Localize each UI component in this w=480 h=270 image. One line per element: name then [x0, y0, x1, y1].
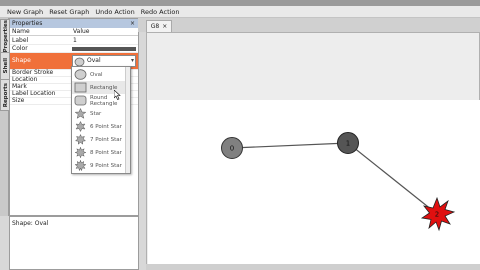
node-label: 1 — [346, 140, 350, 148]
horizontal-scrollbar[interactable] — [146, 264, 480, 270]
close-icon[interactable]: × — [130, 20, 138, 27]
graph-tab-label: G8 — [150, 23, 160, 30]
graph-canvas[interactable]: 0 1 2 — [148, 100, 480, 264]
chevron-down-icon[interactable]: ▾ — [131, 53, 134, 69]
tab-graph[interactable]: G8 × — [146, 20, 172, 32]
property-name: Mark — [12, 83, 27, 90]
value-column-header: Value — [73, 28, 90, 35]
description-panel: Shape: Oval — [9, 216, 139, 270]
graph-node-2[interactable]: 2 — [420, 196, 456, 232]
node-label: 0 — [230, 145, 234, 153]
reset-graph-menu[interactable]: Reset Graph — [46, 8, 92, 16]
properties-title: Properties — [12, 20, 43, 27]
property-name: Location — [12, 76, 38, 83]
properties-header: Name Value — [10, 28, 138, 36]
rectangle-icon — [74, 82, 87, 93]
color-swatch — [72, 47, 136, 51]
graph-node-1[interactable]: 1 — [337, 132, 359, 154]
oval-icon — [74, 69, 87, 80]
description-text: Shape: Oval — [12, 220, 49, 227]
property-name: Color — [12, 45, 28, 52]
undo-action-menu[interactable]: Undo Action — [92, 8, 137, 16]
shape-option-8-point-star[interactable]: 8 Point Star — [72, 146, 126, 159]
round-rectangle-icon — [74, 95, 87, 106]
property-name: Border Stroke — [12, 69, 54, 76]
nine-point-star-icon — [74, 160, 87, 171]
menu-bar: New Graph Reset Graph Undo Action Redo A… — [0, 6, 480, 18]
mouse-cursor-icon — [114, 90, 121, 100]
graph-drawing: 0 1 2 — [221, 132, 456, 232]
graph-node-0[interactable]: 0 — [221, 137, 243, 159]
graph-edge[interactable] — [231, 142, 349, 149]
side-tab-strip: Properties Shell Reports — [0, 18, 11, 216]
node-label: 2 — [435, 211, 439, 219]
property-value: 1 — [73, 37, 77, 44]
shape-option-7-point-star[interactable]: 7 Point Star — [72, 133, 126, 146]
editor-tab-strip — [138, 18, 480, 32]
close-icon[interactable]: × — [162, 23, 167, 30]
property-name: Shape — [12, 57, 31, 64]
shape-option-6-point-star[interactable]: 6 Point Star — [72, 120, 126, 133]
seven-point-star-icon — [74, 134, 87, 145]
redo-action-menu[interactable]: Redo Action — [138, 8, 183, 16]
shape-option-star[interactable]: Star — [72, 107, 126, 120]
new-graph-menu[interactable]: New Graph — [4, 8, 46, 16]
six-point-star-icon — [75, 121, 86, 132]
shape-option-oval[interactable]: Oval — [72, 68, 126, 81]
dropdown-scrollbar[interactable] — [125, 67, 130, 173]
star-icon — [74, 108, 87, 119]
name-column-header: Name — [12, 28, 30, 35]
shape-dropdown-list: Oval Rectangle Round Rectangle Star 6 Po… — [71, 66, 131, 174]
shape-option-9-point-star[interactable]: 9 Point Star — [72, 159, 126, 172]
graph-edge[interactable] — [347, 142, 438, 215]
property-name: Label Location — [12, 90, 56, 97]
eight-point-star-icon — [74, 147, 87, 158]
properties-title-bar: Properties × — [10, 19, 138, 28]
property-name: Label — [12, 37, 29, 44]
property-name: Size — [12, 97, 25, 104]
